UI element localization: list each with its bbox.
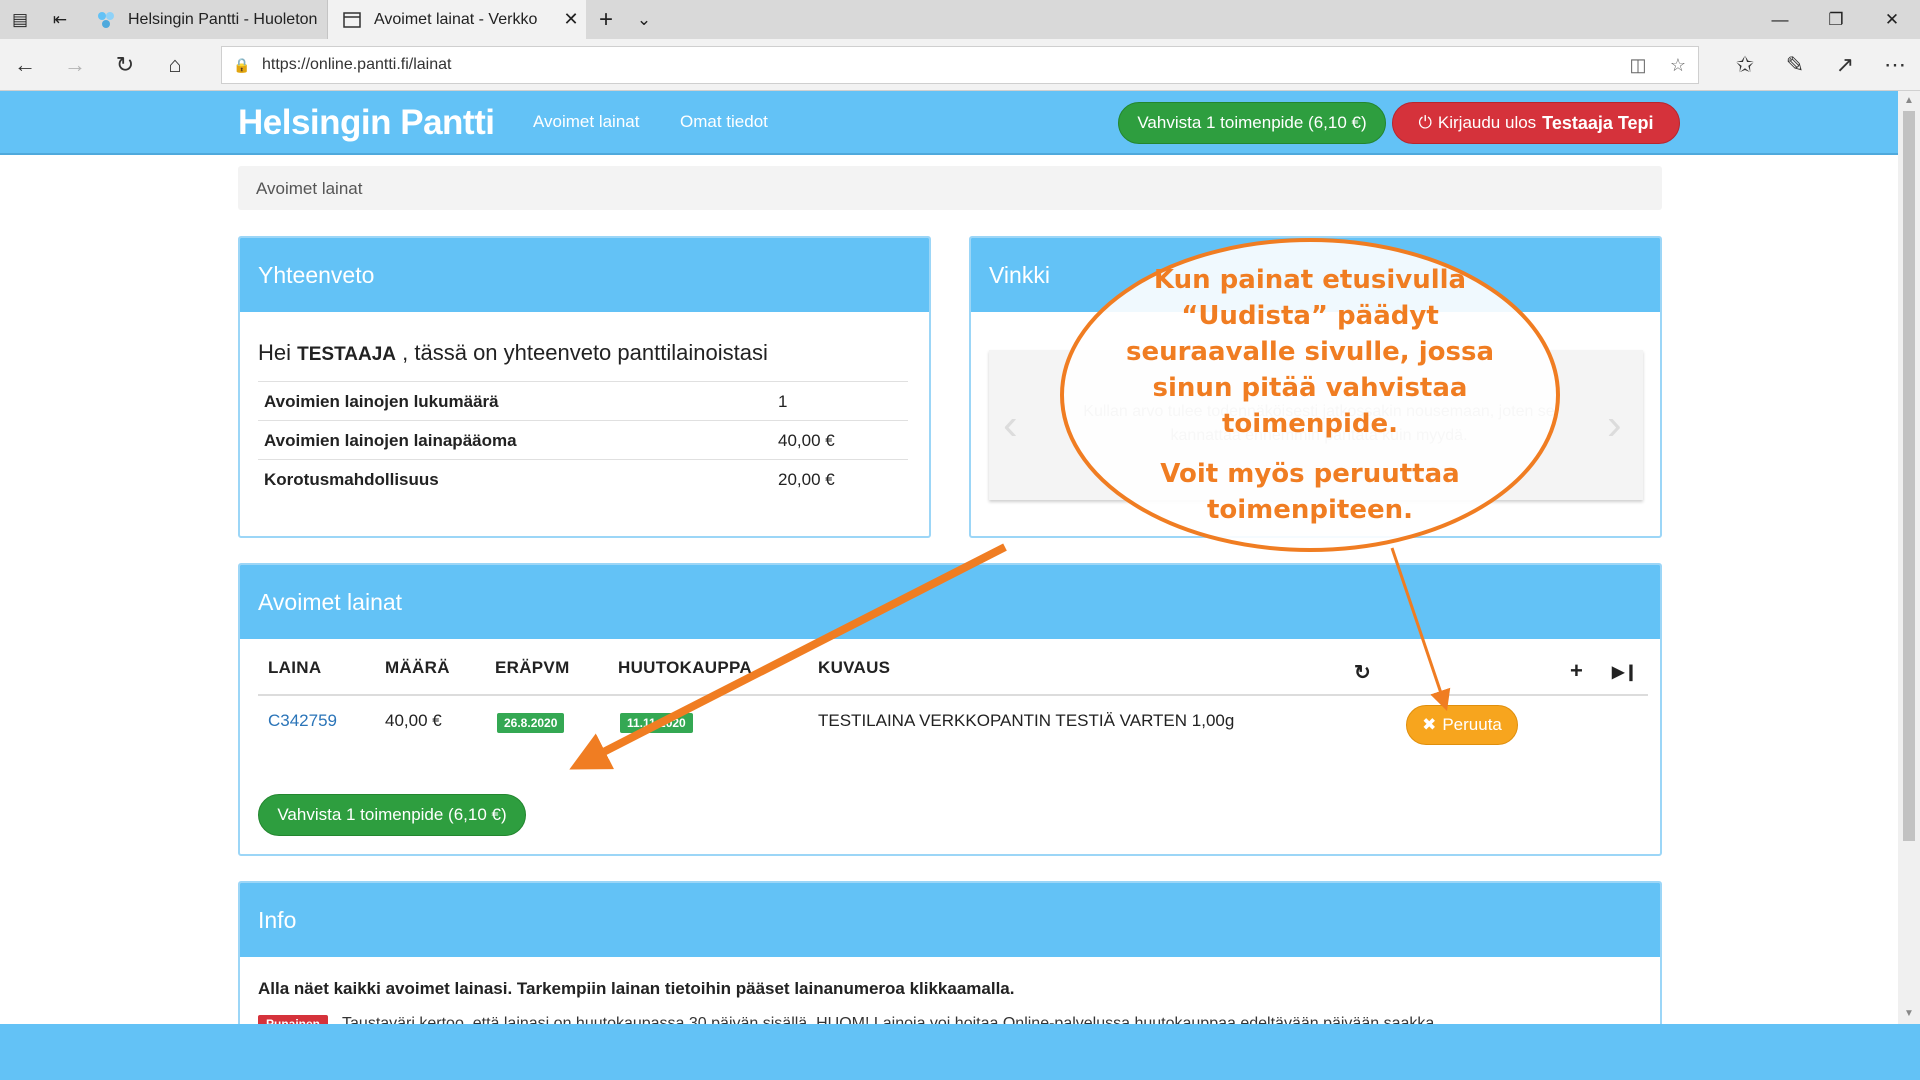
summary-panel: Yhteenveto Hei TESTAAJA , tässä on yhtee…: [238, 236, 931, 538]
page-viewport: Helsingin Pantti Avoimet lainat Omat tie…: [0, 91, 1898, 1024]
tab-list-chevron-icon[interactable]: ⌄: [624, 0, 664, 39]
user-name: Testaaja Tepi: [1542, 112, 1654, 133]
greeting-name: TESTAAJA: [297, 344, 397, 365]
column-header: KUVAUS: [818, 658, 891, 677]
set-tabs-aside-icon[interactable]: ⇤: [40, 0, 80, 39]
breadcrumb: Avoimet lainat: [238, 166, 1662, 210]
more-menu-icon[interactable]: ⋯: [1870, 39, 1920, 91]
loan-number-link[interactable]: C342759: [268, 711, 337, 731]
stat-label: Avoimien lainojen lainapääoma: [264, 431, 517, 450]
panel-title: Info: [240, 883, 1660, 957]
page-icon: [343, 11, 361, 28]
nav-link-own-info[interactable]: Omat tiedot: [680, 112, 768, 132]
cancel-label: Peruuta: [1442, 715, 1502, 734]
web-note-pen-icon[interactable]: ✎: [1770, 39, 1820, 91]
column-header: LAINA: [268, 658, 322, 677]
cancel-action-button[interactable]: ✖ Peruuta: [1406, 705, 1518, 745]
info-text: Alla näet kaikki avoimet lainasi. Tarkem…: [258, 979, 1015, 998]
browser-nav-bar: ← → ↻ ⌂ 🔒 https://online.pantti.fi/laina…: [0, 39, 1920, 91]
stat-label: Korotusmahdollisuus: [264, 470, 439, 489]
tab-helsingin-pantti[interactable]: Helsingin Pantti - Huoleton: [82, 0, 328, 39]
stat-value: 40,00 €: [778, 431, 835, 450]
address-bar[interactable]: 🔒 https://online.pantti.fi/lainat ◫ ☆: [221, 46, 1699, 84]
loan-description: TESTILAINA VERKKOPANTIN TESTIÄ VARTEN 1,…: [818, 711, 1235, 730]
info-note: Taustaväri kertoo, että lainasi on huuto…: [342, 1015, 1439, 1024]
lock-icon: 🔒: [233, 56, 251, 73]
stat-row: Korotusmahdollisuus 20,00 €: [258, 459, 908, 498]
loan-amount: 40,00 €: [385, 711, 442, 730]
restore-icon[interactable]: ❐: [1808, 0, 1864, 39]
page-scrollbar[interactable]: ▲ ▼: [1898, 91, 1920, 1024]
greeting-suffix: , tässä on yhteenveto panttilainoistasi: [402, 340, 768, 365]
column-header: ERÄPVM: [495, 658, 570, 677]
refresh-icon[interactable]: ↻: [1354, 660, 1371, 685]
stat-value: 20,00 €: [778, 470, 835, 489]
stat-label: Avoimien lainojen lukumäärä: [264, 392, 499, 411]
favorites-list-icon[interactable]: ✩: [1720, 39, 1770, 91]
info-panel: Info Alla näet kaikki avoimet lainasi. T…: [238, 881, 1662, 1024]
annotation-line-1: Kun painat etusivulla “Uudista” päädyt s…: [1125, 265, 1495, 439]
scroll-up-icon[interactable]: ▲: [1898, 95, 1920, 106]
refresh-icon[interactable]: ↻: [100, 39, 150, 91]
carousel-next-icon[interactable]: ›: [1607, 400, 1622, 450]
minimize-icon[interactable]: —: [1752, 0, 1808, 39]
logout-button[interactable]: ⏻ Kirjaudu ulos Testaaja Tepi: [1392, 102, 1680, 144]
annotation-callout: Kun painat etusivulla “Uudista” päädyt s…: [1060, 236, 1560, 554]
panel-title: Yhteenveto: [240, 238, 929, 312]
red-legend-tag: Punainen: [258, 1015, 329, 1024]
new-tab-icon[interactable]: +: [586, 0, 626, 39]
home-icon[interactable]: ⌂: [150, 39, 200, 91]
reading-view-icon[interactable]: ◫: [1618, 55, 1658, 76]
auction-date-badge: 11.11.2020: [620, 713, 693, 733]
power-icon: ⏻: [1418, 113, 1432, 132]
greeting-prefix: Hei: [258, 340, 292, 365]
back-icon[interactable]: ←: [0, 39, 50, 91]
panel-title: Avoimet lainat: [240, 565, 1660, 639]
scroll-down-icon[interactable]: ▼: [1898, 1008, 1920, 1019]
column-header: HUUTOKAUPPA: [618, 658, 752, 677]
carousel-prev-icon[interactable]: ‹: [1003, 400, 1018, 450]
favorite-star-icon[interactable]: ☆: [1658, 55, 1698, 76]
site-header: Helsingin Pantti Avoimet lainat Omat tie…: [0, 91, 1898, 155]
tab-label: Avoimet lainat - Verkko: [374, 10, 538, 28]
share-icon[interactable]: ↗: [1820, 39, 1870, 91]
add-icon[interactable]: +: [1570, 658, 1583, 684]
bottom-overlay-band: [0, 1024, 1920, 1080]
stat-value: 1: [778, 392, 788, 411]
due-date-badge: 26.8.2020: [497, 713, 565, 733]
open-loans-panel: Avoimet lainat LAINA MÄÄRÄ ERÄPVM HUUTOK…: [238, 563, 1662, 856]
brand-logo[interactable]: Helsingin Pantti: [238, 103, 495, 143]
confirm-actions-button[interactable]: Vahvista 1 toimenpide (6,10 €): [1118, 102, 1386, 144]
skip-forward-icon[interactable]: ▶❙: [1612, 662, 1638, 682]
logout-label: Kirjaudu ulos: [1437, 113, 1537, 132]
info-legend-row: Punainen Taustaväri kertoo, että lainasi …: [258, 1015, 1658, 1024]
close-window-icon[interactable]: ✕: [1864, 0, 1920, 39]
tab-label: Helsingin Pantti - Huoleton: [128, 10, 318, 28]
site-favicon-icon: [98, 11, 114, 28]
tab-actions-icon[interactable]: ▤: [0, 0, 40, 39]
confirm-actions-button[interactable]: Vahvista 1 toimenpide (6,10 €): [258, 794, 526, 836]
close-tab-icon[interactable]: ✕: [556, 9, 586, 30]
browser-tab-bar: ▤ ⇤ Helsingin Pantti - Huoleton Avoimet …: [0, 0, 1920, 39]
scrollbar-thumb[interactable]: [1903, 111, 1915, 841]
stat-row: Avoimien lainojen lukumäärä 1: [258, 381, 908, 420]
nav-link-open-loans[interactable]: Avoimet lainat: [533, 112, 639, 132]
annotation-line-2: Voit myös peruuttaa toimenpiteen.: [1160, 459, 1460, 525]
column-header: MÄÄRÄ: [385, 658, 450, 677]
tab-avoimet-lainat[interactable]: Avoimet lainat - Verkko ✕: [328, 0, 586, 39]
stat-row: Avoimien lainojen lainapääoma 40,00 €: [258, 420, 908, 459]
url-text[interactable]: https://online.pantti.fi/lainat: [262, 56, 1618, 74]
forward-icon[interactable]: →: [50, 39, 100, 91]
table-header-divider: [258, 694, 1648, 696]
close-icon: ✖: [1422, 715, 1437, 734]
summary-greeting: Hei TESTAAJA , tässä on yhteenveto pantt…: [258, 340, 768, 366]
